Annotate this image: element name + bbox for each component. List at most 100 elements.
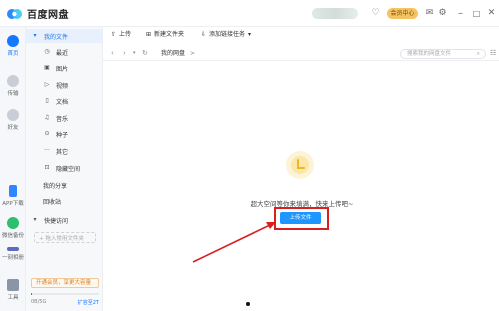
- nav-recycle-bin[interactable]: 回收站: [26, 194, 103, 208]
- nav-label: 隐藏空间: [56, 165, 81, 173]
- close-icon[interactable]: ✕: [486, 8, 497, 19]
- settings-gear-icon[interactable]: ⚙: [437, 8, 448, 19]
- folder-plus-icon: ⊞: [146, 31, 152, 38]
- video-icon: ▷: [44, 81, 50, 88]
- refresh-icon[interactable]: ↻: [142, 49, 148, 58]
- caret-down-icon: ▾: [33, 32, 37, 39]
- nav-label: 我的分享: [43, 182, 68, 190]
- cursor-dot: [246, 302, 250, 306]
- album-icon: [7, 247, 19, 251]
- friends-icon: [7, 109, 19, 121]
- heart-icon[interactable]: ♡: [370, 8, 381, 19]
- nav-label: 视频: [56, 82, 69, 90]
- nav-label: 图片: [56, 65, 69, 73]
- new-folder-label: 新建文件夹: [154, 31, 185, 38]
- nav-label: 音乐: [56, 115, 69, 123]
- download-icon: ⇩: [201, 31, 207, 38]
- nav-my-files[interactable]: ▾ 我的文件: [26, 29, 103, 43]
- nav-my-share[interactable]: 我的分享: [26, 178, 103, 192]
- tools-icon: [7, 279, 19, 291]
- search-input[interactable]: 搜索我的网盘文件 ⌕: [400, 49, 486, 59]
- search-icon[interactable]: ⌕: [477, 50, 480, 58]
- app-title: 百度网盘: [27, 10, 69, 21]
- nav-item-recent[interactable]: ◷ 最近: [26, 45, 103, 59]
- user-name-blurred[interactable]: [312, 8, 358, 19]
- nav-item-images[interactable]: ▣ 图片: [26, 61, 103, 75]
- minimize-icon[interactable]: –: [455, 8, 466, 19]
- nav-item-documents[interactable]: ▯ 文档: [26, 94, 103, 108]
- add-link-task-label: 添加链接任务: [209, 31, 246, 38]
- view-toggle-icon[interactable]: ☷: [490, 49, 496, 58]
- nav-item-seeds[interactable]: ⊙ 种子: [26, 127, 103, 141]
- rail-item-label: 好友: [7, 125, 19, 131]
- upload-label: 上传: [119, 31, 132, 38]
- expand-storage-link[interactable]: 扩容至2T: [78, 299, 99, 306]
- lock-icon: ⊡: [44, 164, 50, 171]
- nav-label: 最近: [56, 49, 69, 57]
- add-frequent-folder-dropzone[interactable]: + 拖入常用文件夹: [34, 232, 96, 243]
- caret-down-icon: ▾: [33, 216, 37, 223]
- nav-item-hidden-space[interactable]: ⊡ 隐藏空间: [26, 161, 103, 175]
- vip-upgrade-banner[interactable]: 开通会员，享更大容量: [31, 278, 99, 288]
- path-bar: ‹ › ▾ ↻ 我的网盘 > 搜索我的网盘文件 ⌕ ☷: [103, 46, 499, 61]
- rail-item-label: 首页: [7, 51, 19, 57]
- rail-item-home[interactable]: 首页: [0, 35, 26, 57]
- rail-item-label: 工具: [7, 295, 19, 301]
- wechat-backup-icon: [7, 217, 19, 229]
- home-cloud-icon: [7, 35, 19, 47]
- storage-progress-fill: [31, 293, 33, 295]
- rail-item-label: 微信备份: [1, 233, 24, 239]
- nav-item-videos[interactable]: ▷ 视频: [26, 78, 103, 92]
- app-logo: 百度网盘: [6, 5, 69, 22]
- rail-item-wechat-backup[interactable]: 微信备份: [0, 217, 26, 239]
- chevron-down-icon: ▾: [248, 31, 252, 38]
- nav-item-others[interactable]: ··· 其它: [26, 144, 103, 158]
- nav-label: 文档: [56, 98, 69, 106]
- left-rail: 首页 传输 好友 APP下载 微信备份 一刻相册 工具: [0, 27, 26, 311]
- rail-item-label: 一刻相册: [1, 255, 24, 261]
- image-icon: ▣: [44, 64, 50, 71]
- nav-item-music[interactable]: ♫ 音乐: [26, 111, 103, 125]
- nav-label: 我的文件: [44, 33, 69, 41]
- nav-quick-access[interactable]: ▾ 快捷访问: [26, 213, 103, 227]
- nav-label: 快捷访问: [44, 217, 69, 225]
- nav-label: 回收站: [43, 198, 62, 206]
- main-toolbar: ⇧ 上传 ⊞ 新建文件夹 ⇩ 添加链接任务 ▾: [103, 27, 499, 42]
- rail-item-transfer[interactable]: 传输: [0, 75, 26, 97]
- rail-item-label: 传输: [7, 91, 19, 97]
- history-dropdown-icon[interactable]: ▾: [133, 49, 136, 58]
- upload-icon: ⇧: [111, 31, 117, 38]
- forward-arrow-icon[interactable]: ›: [123, 49, 126, 58]
- nav-sidebar: ▾ 我的文件 ◷ 最近 ▣ 图片 ▷ 视频 ▯ 文档 ♫ 音乐 ⊙ 种子 ···…: [26, 27, 103, 311]
- more-icon: ···: [44, 147, 50, 154]
- storage-usage-text: 0B/5G: [31, 299, 47, 305]
- rail-item-tools[interactable]: 工具: [0, 279, 26, 301]
- breadcrumb-current[interactable]: 我的网盘: [161, 49, 185, 58]
- seed-icon: ⊙: [44, 130, 50, 137]
- rail-item-app-download[interactable]: APP下载: [0, 185, 26, 207]
- annotation-highlight-box: [274, 207, 329, 230]
- add-link-task-button[interactable]: ⇩ 添加链接任务 ▾: [201, 30, 251, 39]
- rail-item-friends[interactable]: 好友: [0, 109, 26, 131]
- search-placeholder: 搜索我的网盘文件: [407, 51, 452, 57]
- upload-button[interactable]: ⇧ 上传: [111, 30, 131, 39]
- nav-label: 其它: [56, 148, 69, 156]
- music-icon: ♫: [44, 114, 50, 121]
- breadcrumb-separator: >: [190, 50, 196, 57]
- back-arrow-icon[interactable]: ‹: [111, 49, 114, 58]
- maximize-icon[interactable]: □: [471, 8, 482, 19]
- storage-progress-bar: [31, 293, 99, 295]
- rail-item-album[interactable]: 一刻相册: [0, 247, 26, 261]
- rail-item-label: APP下载: [2, 201, 24, 207]
- top-bar: 百度网盘 ♡ 会员中心 ✉ ⚙ – □ ✕: [0, 0, 499, 27]
- vip-center-button[interactable]: 会员中心: [387, 8, 418, 19]
- new-folder-button[interactable]: ⊞ 新建文件夹: [146, 30, 184, 39]
- empty-folder-illustration-icon: [285, 150, 315, 180]
- clock-icon: ◷: [44, 48, 50, 55]
- mail-icon[interactable]: ✉: [424, 8, 435, 19]
- app-download-icon: [9, 185, 17, 197]
- nav-label: 种子: [56, 131, 69, 139]
- document-icon: ▯: [45, 97, 49, 104]
- baidu-cloud-logo-icon: [6, 7, 23, 21]
- transfer-icon: [7, 75, 19, 87]
